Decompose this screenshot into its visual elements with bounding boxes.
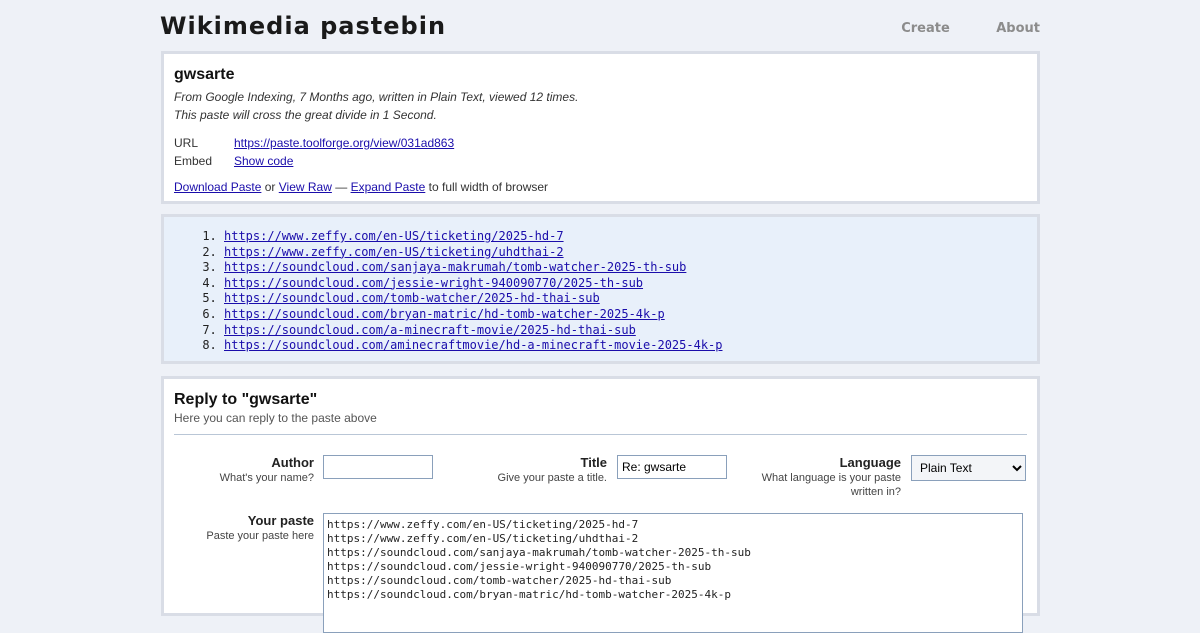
reply-panel: Reply to "gwsarte" Here you can reply to… [161, 376, 1040, 633]
nav-create-link[interactable]: Create [901, 21, 950, 36]
code-line-link[interactable]: https://soundcloud.com/a-minecraft-movie… [224, 323, 636, 337]
language-hint: What language is your paste written in? [761, 472, 901, 498]
paste-url-link[interactable]: https://paste.toolforge.org/view/031ad86… [234, 134, 454, 152]
code-line: https://www.zeffy.com/en-US/ticketing/uh… [224, 245, 1027, 261]
paste-hint: Paste your paste here [206, 530, 314, 542]
url-row: URL https://paste.toolforge.org/view/031… [174, 134, 1027, 152]
paste-title: gwsarte [174, 66, 235, 83]
site-header: Wikimedia pastebin Create About [160, 10, 1040, 44]
code-line: https://soundcloud.com/tomb-watcher/2025… [224, 291, 1027, 307]
language-label: Language [839, 455, 901, 470]
or-text: or [264, 180, 276, 194]
title-input[interactable] [617, 455, 727, 479]
paste-textarea[interactable]: https://www.zeffy.com/en-US/ticketing/20… [323, 513, 1023, 633]
code-line-link[interactable]: https://soundcloud.com/aminecraftmovie/h… [224, 338, 723, 352]
title-label-group: Title Give your paste a title. [464, 455, 607, 485]
code-line: https://soundcloud.com/aminecraftmovie/h… [224, 338, 1027, 354]
title-label: Title [580, 455, 608, 470]
code-line: https://soundcloud.com/bryan-matric/hd-t… [224, 307, 1027, 323]
paste-meta: From Google Indexing, 7 Months ago, writ… [174, 90, 579, 104]
code-line-link[interactable]: https://www.zeffy.com/en-US/ticketing/uh… [224, 245, 564, 259]
expand-paste-link[interactable]: Expand Paste [351, 180, 426, 194]
dash-text: — [335, 180, 348, 194]
code-line-link[interactable]: https://soundcloud.com/tomb-watcher/2025… [224, 291, 600, 305]
language-select[interactable]: Plain Text [911, 455, 1026, 481]
reply-divider [174, 434, 1027, 435]
paste-label-group: Your paste Paste your paste here [174, 513, 314, 543]
author-hint: What's your name? [219, 472, 314, 484]
paste-links-table: URL https://paste.toolforge.org/view/031… [174, 134, 1027, 170]
code-line: https://soundcloud.com/a-minecraft-movie… [224, 323, 1027, 339]
embed-label: Embed [174, 154, 213, 168]
nav-about-link[interactable]: About [996, 21, 1040, 36]
paste-expiry: This paste will cross the great divide i… [174, 108, 437, 122]
reply-subtitle: Here you can reply to the paste above [174, 411, 377, 425]
code-line-link[interactable]: https://soundcloud.com/sanjaya-makrumah/… [224, 260, 686, 274]
view-raw-link[interactable]: View Raw [279, 180, 332, 194]
author-label: Author [271, 455, 314, 470]
embed-row: Embed Show code [174, 152, 1027, 170]
code-line-link[interactable]: https://soundcloud.com/bryan-matric/hd-t… [224, 307, 665, 321]
show-code-link[interactable]: Show code [234, 152, 293, 170]
site-title: Wikimedia pastebin [160, 12, 447, 40]
code-line-link[interactable]: https://soundcloud.com/jessie-wright-940… [224, 276, 643, 290]
expand-suffix-text: to full width of browser [428, 180, 549, 194]
code-line: https://soundcloud.com/jessie-wright-940… [224, 276, 1027, 292]
paste-label: Your paste [247, 513, 314, 528]
author-label-group: Author What's your name? [174, 455, 314, 485]
code-lines: https://www.zeffy.com/en-US/ticketing/20… [174, 229, 1027, 354]
paste-info-panel: gwsarte From Google Indexing, 7 Months a… [161, 51, 1040, 204]
language-label-group: Language What language is your paste wri… [749, 455, 901, 499]
url-label: URL [174, 136, 199, 150]
paste-actions: Download Paste or View Raw — Expand Past… [174, 180, 1027, 194]
download-paste-link[interactable]: Download Paste [174, 180, 261, 194]
code-line: https://soundcloud.com/sanjaya-makrumah/… [224, 260, 1027, 276]
top-nav: Create About [859, 19, 1040, 37]
reply-title: Reply to "gwsarte" [174, 391, 318, 408]
code-line: https://www.zeffy.com/en-US/ticketing/20… [224, 229, 1027, 245]
paste-code-panel: https://www.zeffy.com/en-US/ticketing/20… [161, 214, 1040, 364]
code-line-link[interactable]: https://www.zeffy.com/en-US/ticketing/20… [224, 229, 564, 243]
title-hint: Give your paste a title. [497, 472, 607, 484]
author-input[interactable] [323, 455, 433, 479]
